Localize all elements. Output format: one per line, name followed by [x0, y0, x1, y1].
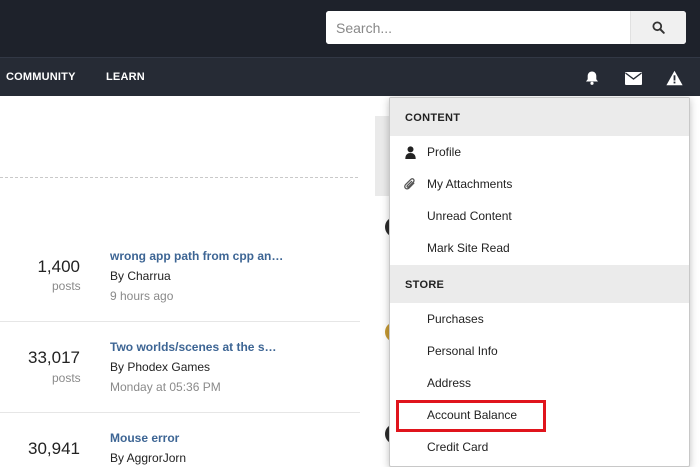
menu-item-label: My Attachments	[427, 177, 513, 191]
topic-post-count: 33,017	[28, 348, 80, 367]
menu-item-profile[interactable]: Profile	[390, 136, 689, 168]
divider	[0, 177, 358, 178]
menu-item-label: Mark Site Read	[427, 241, 510, 255]
topic-post-count: 30,941	[28, 439, 80, 458]
user-icon	[403, 145, 417, 159]
topic-author[interactable]: By Phodex Games	[110, 360, 210, 374]
menu-item-purchases[interactable]: Purchases	[390, 303, 689, 335]
content-section-header: CONTENT	[390, 98, 689, 136]
topic-author[interactable]: By Charrua	[110, 269, 171, 283]
posts-label: posts	[52, 279, 81, 293]
topic-title-link[interactable]: wrong app path from cpp an…	[110, 249, 283, 263]
row-divider	[0, 321, 360, 322]
search-button[interactable]	[630, 11, 686, 44]
section-title: STORE	[405, 279, 445, 291]
highlight-annotation	[396, 400, 546, 432]
menu-item-credit-card[interactable]: Credit Card	[390, 431, 689, 463]
menu-item-label: Address	[427, 376, 472, 390]
menu-item-address[interactable]: Address	[390, 367, 689, 399]
nav-learn[interactable]: LEARN	[106, 71, 145, 83]
topic-title-link[interactable]: Two worlds/scenes at the s…	[110, 340, 277, 354]
menu-item-label: Unread Content	[427, 209, 512, 223]
bell-icon	[586, 71, 598, 85]
top-header-bar	[0, 0, 700, 57]
menu-item-label: Profile	[427, 145, 462, 159]
topic-time: Monday at 05:36 PM	[110, 380, 221, 394]
search-box	[326, 11, 686, 44]
section-title: CONTENT	[405, 112, 461, 124]
messages-button[interactable]	[624, 69, 642, 87]
menu-item-personal-info[interactable]: Personal Info	[390, 335, 689, 367]
menu-item-label: Purchases	[427, 312, 484, 326]
store-section-header: STORE	[390, 265, 689, 303]
topic-post-count: 1,400	[37, 257, 80, 276]
nav-community[interactable]: COMMUNITY	[6, 71, 76, 83]
menu-item-my-attachments[interactable]: My Attachments	[390, 168, 689, 200]
menu-item-unread-content[interactable]: Unread Content	[390, 200, 689, 232]
envelope-icon	[624, 71, 642, 85]
search-icon	[652, 21, 665, 34]
topic-author[interactable]: By AggrorJorn	[110, 451, 186, 465]
warning-icon	[665, 70, 683, 86]
row-divider	[0, 412, 360, 413]
menu-item-mark-site-read[interactable]: Mark Site Read	[390, 232, 689, 264]
posts-label: posts	[52, 371, 81, 385]
notifications-button[interactable]	[583, 69, 601, 87]
reports-button[interactable]	[665, 69, 683, 87]
main-nav-bar: COMMUNITY LEARN	[0, 57, 700, 96]
menu-item-label: Credit Card	[427, 440, 489, 454]
menu-item-label: Personal Info	[427, 344, 498, 358]
search-input[interactable]	[326, 11, 630, 44]
topic-title-link[interactable]: Mouse error	[110, 431, 179, 445]
paperclip-icon	[403, 177, 417, 191]
topic-time: 9 hours ago	[110, 289, 174, 303]
